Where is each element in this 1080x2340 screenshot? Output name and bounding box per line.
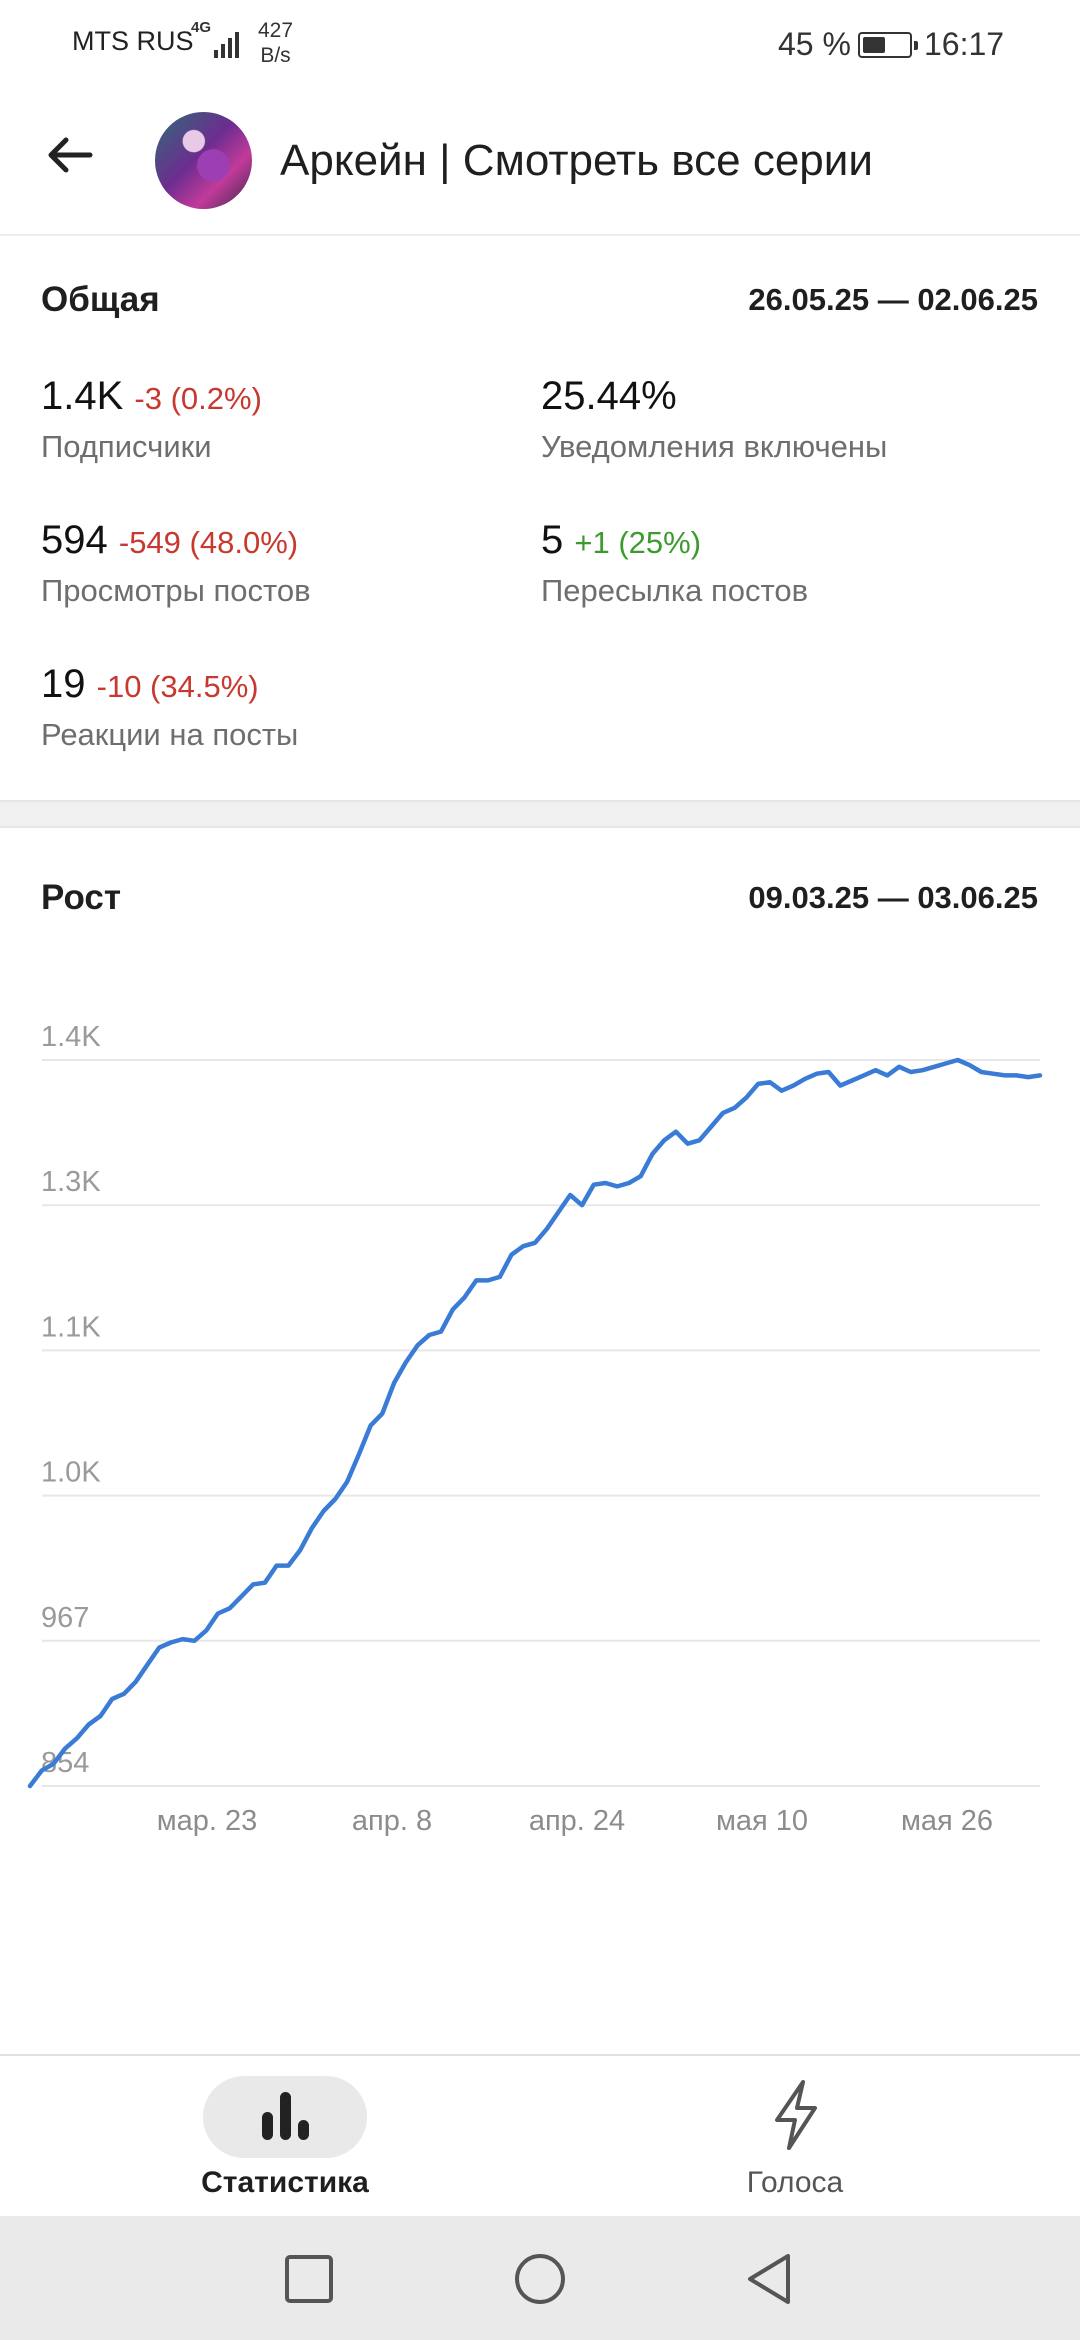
stat-subscribers: 1.4K -3 (0.2%) Подписчики: [41, 374, 262, 465]
x-tick-label: мая 10: [716, 1805, 808, 1837]
network-speed-unit: B/s: [260, 44, 291, 67]
overview-range: 26.05.25 — 02.06.25: [748, 282, 1038, 317]
stat-label: Просмотры постов: [41, 573, 311, 608]
y-tick-label: 1.1K: [41, 1311, 101, 1343]
x-tick-label: мая 26: [901, 1805, 993, 1837]
x-tick-label: апр. 24: [529, 1805, 625, 1837]
arrow-left-icon: [48, 137, 93, 173]
status-bar: MTS RUS 4G 427 B/s 45 % 16:17: [0, 0, 1080, 92]
stat-delta: +1 (25%): [574, 525, 702, 560]
section-divider: [0, 800, 1080, 828]
network-type: 4G: [191, 19, 212, 36]
stat-value: 25.44%: [541, 374, 677, 418]
overview-title: Общая: [41, 280, 160, 319]
lightning-icon: [775, 2080, 817, 2150]
x-tick-label: апр. 8: [352, 1805, 432, 1837]
stat-label: Пересылка постов: [541, 573, 809, 608]
back-button[interactable]: [40, 124, 102, 186]
bar-chart-icon: [262, 2092, 309, 2140]
channel-avatar[interactable]: [155, 112, 252, 209]
growth-range[interactable]: 09.03.25 — 03.06.25: [748, 880, 1038, 916]
stat-value: 594: [41, 518, 108, 562]
y-tick-label: 967: [41, 1602, 89, 1634]
growth-series-line: [27, 1057, 1043, 1789]
stat-label: Уведомления включены: [541, 429, 888, 464]
y-tick-label: 1.3K: [41, 1166, 101, 1198]
y-tick-label: 1.4K: [41, 1021, 101, 1053]
nav-votes-label: Голоса: [746, 2166, 844, 2199]
growth-title: Рост: [41, 878, 121, 917]
stat-label: Подписчики: [41, 429, 212, 464]
network-speed-value: 427: [258, 19, 294, 42]
stat-reactions: 19 -10 (34.5%) Реакции на посты: [41, 662, 298, 753]
battery-percent: 45 %: [778, 26, 851, 62]
bottom-nav: Статистика Голоса: [0, 2054, 1080, 2218]
system-nav-bar: [0, 2216, 1080, 2340]
stat-delta: -549 (48.0%): [118, 525, 299, 560]
stat-value: 19: [41, 662, 86, 706]
battery-icon: [858, 32, 918, 58]
app-header: Аркейн | Смотреть все серии: [0, 92, 1080, 236]
nav-statistics[interactable]: Статистика: [135, 2056, 435, 2218]
stat-delta: -10 (34.5%): [96, 669, 259, 704]
triangle-back-icon[interactable]: [744, 2252, 794, 2306]
circle-home-icon[interactable]: [514, 2253, 566, 2305]
signal-icon: [214, 28, 244, 58]
y-tick-label: 1.0K: [41, 1457, 101, 1489]
stat-value: 1.4K: [41, 374, 124, 418]
stat-shares: 5 +1 (25%) Пересылка постов: [541, 518, 808, 609]
stat-value: 5: [541, 518, 564, 562]
growth-chart[interactable]: 1.4K1.3K1.1K1.0K967854мар. 23 апр. 8 апр. …: [0, 950, 1080, 1870]
stat-label: Реакции на посты: [41, 717, 299, 752]
stat-views: 594 -549 (48.0%) Просмотры постов: [41, 518, 311, 609]
square-recents-icon[interactable]: [284, 2254, 334, 2304]
carrier-name: MTS RUS: [72, 26, 194, 56]
x-tick-label: мар. 23: [157, 1805, 258, 1837]
stat-notifications: 25.44% Уведомления включены: [541, 374, 887, 465]
network-speed: 427 B/s: [258, 18, 293, 68]
stat-delta: -3 (0.2%): [134, 381, 262, 416]
channel-title: Аркейн | Смотреть все серии: [280, 136, 873, 185]
clock: 16:17: [924, 26, 1005, 62]
nav-votes[interactable]: Голоса: [645, 2056, 945, 2218]
nav-statistics-label: Статистика: [201, 2166, 369, 2199]
